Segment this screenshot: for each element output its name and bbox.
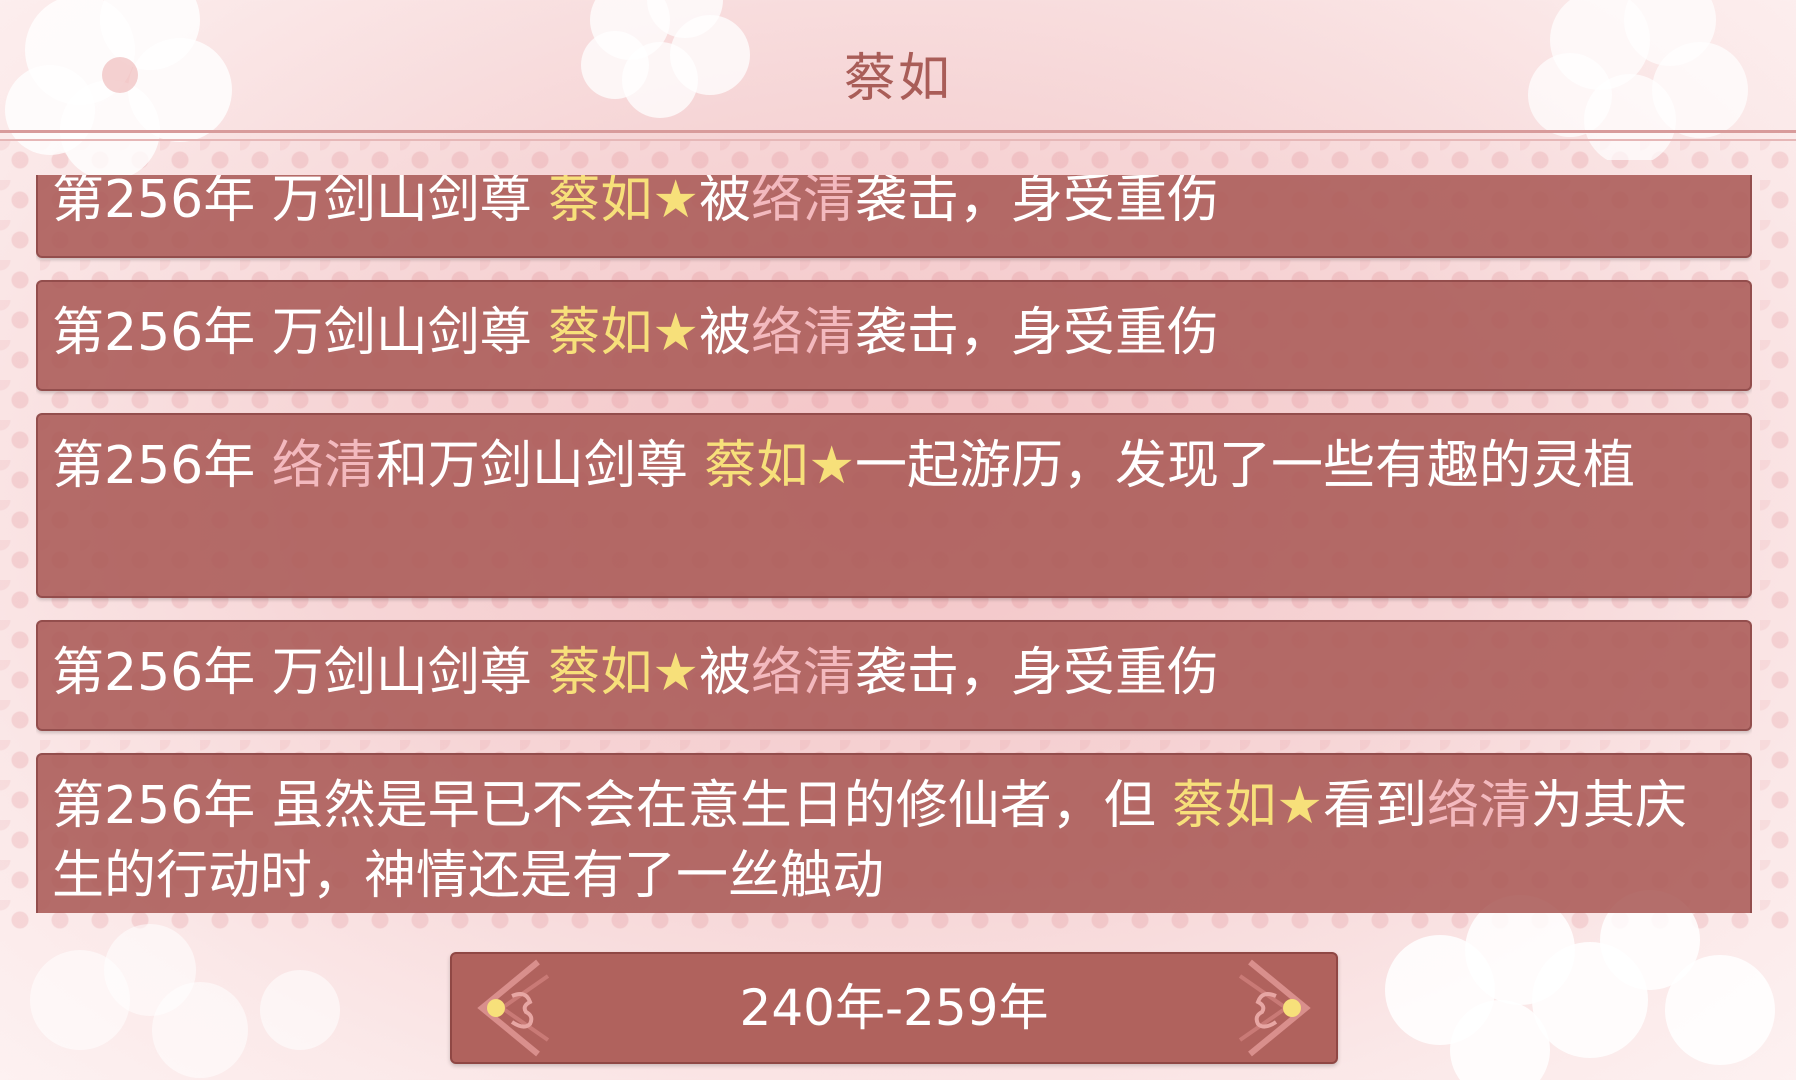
event-log-scroll-area[interactable]: 第256年 万剑山剑尊 蔡如★被络清袭击，身受重伤 第256年 万剑山剑尊 蔡如… [36,175,1752,913]
event-text-segment: 和万剑山剑尊 [375,436,705,496]
event-text-segment: 第256年 虽然是早已不会在意生日的修仙者，但 [52,776,1173,836]
character-name-other: 络清 [1426,776,1531,836]
character-name-other: 络清 [750,303,855,363]
page-title: 蔡如 [843,49,952,109]
event-text-segment: 袭击，身受重伤 [854,303,1219,363]
event-text-segment: 袭击，身受重伤 [854,643,1219,703]
year-range-label: 240年-259年 [739,979,1049,1037]
character-name-other: 络清 [271,436,376,496]
chevron-right-icon [1238,959,1311,1057]
event-text-segment: 被 [698,175,751,230]
event-text-segment: 第256年 万剑山剑尊 [52,175,549,230]
event-text-segment: 看到 [1322,776,1427,836]
character-name-main: 蔡如★ [704,436,855,496]
header: 蔡如 [0,0,1796,141]
character-name-main: 蔡如★ [548,303,699,363]
event-text-segment: 被 [698,303,751,363]
list-item: 第256年 万剑山剑尊 蔡如★被络清袭击，身受重伤 [36,620,1752,731]
list-item: 第256年 万剑山剑尊 蔡如★被络清袭击，身受重伤 [36,280,1752,391]
character-name-main: 蔡如★ [548,643,699,703]
character-name-main: 蔡如★ [1172,776,1323,836]
list-item: 第256年 万剑山剑尊 蔡如★被络清袭击，身受重伤 [36,175,1752,258]
character-name-other: 络清 [750,175,855,230]
list-item: 第256年 络清和万剑山剑尊 蔡如★一起游历，发现了一些有趣的灵植 [36,413,1752,598]
character-name-other: 络清 [750,643,855,703]
header-divider [0,130,1796,133]
flower-decoration [30,924,340,1078]
event-text-segment: 袭击，身受重伤 [854,175,1219,230]
header-divider [0,139,1796,141]
year-range-pager: 240年-259年 [450,952,1338,1064]
list-item: 第256年 虽然是早已不会在意生日的修仙者，但 蔡如★看到络清为其庆生的行动时，… [36,753,1752,913]
event-text-segment: 一起游历，发现了一些有趣的灵植 [854,436,1635,496]
event-text-segment: 第256年 万剑山剑尊 [52,643,549,703]
event-text-segment: 被 [698,643,751,703]
event-text-segment: 第256年 万剑山剑尊 [52,303,549,363]
next-page-button[interactable] [1224,954,1320,1062]
character-name-main: 蔡如★ [548,175,699,230]
event-text-segment: 第256年 [52,436,272,496]
event-log-list: 第256年 万剑山剑尊 蔡如★被络清袭击，身受重伤 第256年 万剑山剑尊 蔡如… [36,175,1752,913]
